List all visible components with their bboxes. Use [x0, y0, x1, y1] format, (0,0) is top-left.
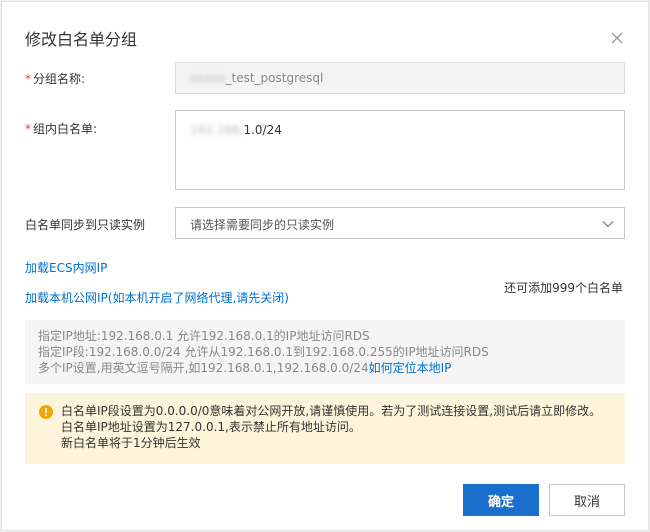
warning-icon [39, 405, 53, 419]
whitelist-label: * 组内白名单: [25, 122, 98, 136]
close-icon[interactable] [610, 31, 624, 45]
edit-whitelist-dialog: 修改白名单分组 * 分组名称: xxxxx_test_postgresql * 组内… [1, 1, 649, 531]
sync-readonly-select[interactable]: 请选择需要同步的只读实例 [175, 207, 625, 239]
sync-readonly-label: 白名单同步到只读实例 [25, 218, 146, 232]
cancel-button[interactable]: 取消 [549, 484, 625, 516]
locate-local-ip-link[interactable]: 如何定位本地IP [369, 361, 452, 375]
whitelist-textarea[interactable]: 192.168.1.0/24 [175, 110, 625, 190]
load-ecs-ip-link[interactable]: 加载ECS内网IP [25, 259, 107, 276]
redacted-prefix: 192.168. [190, 123, 244, 137]
group-name-value: _test_postgresql [225, 71, 324, 85]
help-line: 指定IP地址:192.168.0.1 允许192.168.0.1的IP地址访问R… [38, 329, 370, 343]
redacted-prefix: xxxxx [190, 71, 226, 85]
help-line: 多个IP设置,用英文逗号隔开,如192.168.0.1,192.168.0.0/… [38, 361, 452, 375]
ip-format-help: 指定IP地址:192.168.0.1 允许192.168.0.1的IP地址访问R… [25, 320, 625, 384]
sync-readonly-placeholder: 请选择需要同步的只读实例 [190, 218, 335, 232]
warning-line: 新白名单将于1分钟后生效 [61, 436, 201, 450]
whitelist-value: 1.0/24 [243, 123, 282, 137]
required-mark: * [25, 72, 31, 86]
remaining-count: 还可添加999个白名单 [504, 281, 623, 295]
load-public-ip-link[interactable]: 加载本机公网IP(如本机开启了网络代理,请先关闭) [25, 289, 289, 306]
help-line: 指定IP段:192.168.0.0/24 允许从192.168.0.1到192.… [38, 345, 489, 359]
required-mark: * [25, 122, 31, 136]
warning-notice: 白名单IP段设置为0.0.0.0/0意味着对公网开放,请谨慎使用。若为了测试连接… [25, 393, 625, 464]
group-name-input: xxxxx_test_postgresql [175, 62, 625, 94]
group-name-label: * 分组名称: [25, 72, 86, 86]
warning-line: 白名单IP段设置为0.0.0.0/0意味着对公网开放,请谨慎使用。若为了测试连接… [61, 404, 602, 418]
dialog-title: 修改白名单分组 [25, 30, 138, 49]
confirm-button[interactable]: 确定 [463, 484, 539, 516]
warning-line: 白名单IP地址设置为127.0.0.1,表示禁止所有地址访问。 [61, 420, 361, 434]
chevron-down-icon [602, 221, 614, 228]
